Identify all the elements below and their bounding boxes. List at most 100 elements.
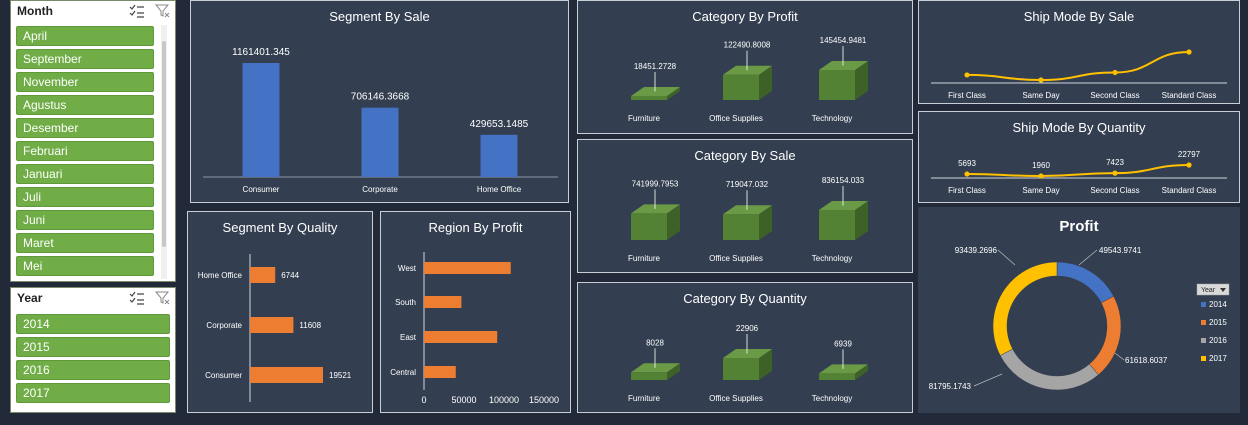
data-label: 1161401.345: [232, 47, 290, 58]
segment-by-quality-panel: Segment By Quality 6744 Home Office 11608 C…: [187, 211, 373, 413]
data-point: [1038, 173, 1044, 179]
category-label: Standard Class: [1162, 186, 1217, 195]
slicer-item-november[interactable]: November: [16, 72, 154, 92]
legend-title: Year: [1201, 287, 1216, 294]
slicer-item-juli[interactable]: Juli: [16, 187, 154, 207]
category-by-profit-panel: Category By Profit 18451.2728 Furniture 12…: [577, 0, 913, 134]
clear-filter-icon[interactable]: [154, 4, 171, 18]
slice-2015: [1088, 295, 1122, 376]
slicer-item-september[interactable]: September: [16, 49, 154, 69]
bar-technology: [819, 70, 855, 100]
slicer-item-2016[interactable]: 2016: [16, 360, 170, 380]
bar-furniture: [631, 372, 667, 380]
slicer-item-januari[interactable]: Januari: [16, 164, 154, 184]
multi-select-icon[interactable]: [129, 4, 145, 18]
slicer-item-2015[interactable]: 2015: [16, 337, 170, 357]
segment-by-sale-chart: 1161401.345 Consumer 706146.3668 Corporate 4…: [203, 47, 558, 194]
data-label: 18451.2728: [634, 62, 677, 71]
clear-filter-icon[interactable]: [154, 291, 171, 305]
category-by-quantity-panel: Category By Quantity 8028 Furniture 22906 O…: [577, 282, 913, 413]
data-point: [1186, 162, 1192, 168]
data-label: 8028: [646, 338, 664, 347]
category-label: First Class: [948, 91, 986, 100]
slicer-item-mei[interactable]: Mei: [16, 256, 154, 276]
bar-technology: [819, 210, 855, 240]
category-label: Corporate: [362, 185, 398, 194]
category-label: Technology: [812, 254, 852, 263]
data-point: [1112, 170, 1118, 176]
data-label: 81795.1743: [929, 382, 972, 391]
category-label: Second Class: [1090, 91, 1139, 100]
data-label: 22906: [736, 324, 759, 333]
legend-label: 2016: [1209, 336, 1227, 345]
category-label: Second Class: [1090, 186, 1139, 195]
category-label: Office Supplies: [709, 114, 763, 123]
segment-by-quality-chart: 6744 Home Office 11608 Corporate 19521 Consum…: [198, 254, 352, 402]
x-tick-label: 50000: [451, 395, 476, 405]
data-label: 22797: [1178, 150, 1201, 159]
slice-2014: [1056, 261, 1114, 304]
bar-east: [424, 331, 498, 343]
slicer-item-desember[interactable]: Desember: [16, 118, 154, 138]
category-by-profit-chart: 18451.2728 Furniture 122490.8008 Office Sup…: [628, 36, 868, 123]
data-point: [1038, 77, 1044, 83]
data-label: 7423: [1106, 158, 1124, 167]
data-point: [1112, 69, 1118, 76]
slicer-item-juni[interactable]: Juni: [16, 210, 154, 230]
year-slicer-title: Year: [17, 291, 43, 305]
category-by-quantity-chart: 8028 Furniture 22906 Office Supplies 6939 Tec…: [628, 324, 868, 403]
month-slicer-scrollbar[interactable]: [161, 25, 167, 279]
slicer-item-april[interactable]: April: [16, 26, 154, 46]
data-point: [1186, 49, 1192, 55]
category-label: Same Day: [1022, 91, 1059, 100]
scroll-thumb[interactable]: [162, 41, 166, 247]
bar-technology: [819, 373, 855, 380]
month-slicer-title: Month: [17, 4, 53, 18]
bar-home-office: [480, 134, 518, 177]
profit-doughnut-chart: 49543.9741 61618.6037 81795.1743 93439.2696…: [929, 246, 1230, 391]
data-label: 706146.3668: [351, 92, 410, 103]
ship-mode-by-sale-panel: Ship Mode By Sale First Class Same Day Sec…: [918, 0, 1240, 104]
x-tick-label: 150000: [529, 395, 559, 405]
legend-swatch: [1201, 356, 1206, 361]
data-label: 5693: [958, 159, 976, 168]
category-label: Standard Class: [1162, 91, 1217, 100]
data-point: [964, 72, 970, 78]
slicer-item-februari[interactable]: Februari: [16, 141, 154, 161]
data-label: 836154.033: [822, 176, 865, 185]
category-label: First Class: [948, 186, 986, 195]
data-label: 1960: [1032, 161, 1050, 170]
category-label: Same Day: [1022, 186, 1059, 195]
data-label: 11608: [299, 321, 321, 330]
multi-select-icon[interactable]: [129, 291, 145, 305]
category-label: Technology: [812, 394, 852, 403]
year-slicer: Year 2014 2015 2016 2017: [10, 287, 176, 413]
data-label: 19521: [329, 371, 352, 380]
bar-office-supplies: [723, 74, 759, 100]
year-slicer-header: Year: [11, 288, 175, 310]
bar-office-supplies: [723, 358, 759, 380]
region-by-profit-panel: Region By Profit West South East Central 0 50…: [380, 211, 571, 413]
segment-by-sale-panel: Segment By Sale 1161401.345 Consumer 70614…: [190, 0, 569, 203]
category-label: Furniture: [628, 254, 661, 263]
leader-line: [1078, 249, 1098, 266]
bar-furniture: [631, 96, 667, 100]
bar-furniture: [631, 213, 667, 240]
bar-home-office: [250, 267, 276, 283]
x-tick-label: 0: [421, 395, 426, 405]
slicer-item-agustus[interactable]: Agustus: [16, 95, 154, 115]
legend-label: 2017: [1209, 354, 1227, 363]
category-label: Consumer: [205, 371, 242, 380]
leader-line: [973, 373, 1003, 387]
slicer-item-2017[interactable]: 2017: [16, 383, 170, 403]
category-label: Furniture: [628, 394, 661, 403]
data-label: 122490.8008: [724, 41, 771, 50]
slicer-item-2014[interactable]: 2014: [16, 314, 170, 334]
month-slicer: Month April September November Agustus Desem…: [10, 0, 176, 282]
legend-label: 2014: [1209, 300, 1227, 309]
slicer-item-maret[interactable]: Maret: [16, 233, 154, 253]
category-label: Office Supplies: [709, 394, 763, 403]
bar-central: [424, 366, 456, 378]
category-label: Consumer: [243, 185, 280, 194]
category-label: Home Office: [477, 185, 522, 194]
